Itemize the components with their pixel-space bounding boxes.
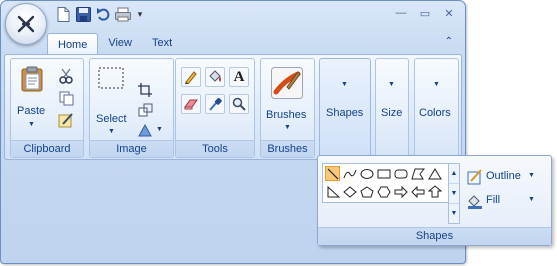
outline-dropdown-arrow: ▼ [528, 172, 535, 179]
paste-label: Paste [17, 105, 46, 117]
fill-dropdown-arrow: ▼ [528, 196, 535, 203]
ribbon-tabs: Home View Text [47, 32, 182, 56]
window-controls: — ▭ ✕ [391, 6, 459, 20]
text-tool-icon[interactable]: A [229, 67, 249, 87]
shapes-label: Shapes [326, 107, 364, 119]
clipboard-group-title: Clipboard [11, 140, 83, 157]
shape-diamond[interactable] [342, 184, 357, 199]
rotate-icon[interactable] [136, 121, 154, 139]
select-all-icon[interactable] [57, 111, 75, 129]
quick-access-toolbar: ▾ [47, 5, 155, 24]
tools-group-title: Tools [176, 140, 254, 157]
maximize-button[interactable]: ▭ [415, 6, 435, 20]
shapes-gallery-scrollbar[interactable]: ▲ ▼ ▼ [448, 163, 460, 224]
brushes-button[interactable]: Brushes ▼ [262, 61, 312, 137]
select-rectangle-icon [98, 67, 124, 89]
customize-toolbar-button[interactable]: ▾ [135, 9, 145, 20]
minimize-button[interactable]: — [391, 6, 411, 20]
fill-bucket-icon[interactable] [205, 67, 225, 87]
shapes-popup-title: Shapes [318, 227, 551, 245]
shapes-collapsed-button[interactable]: ▼ Shapes [319, 58, 371, 158]
select-button[interactable]: Select ▼ [92, 61, 130, 135]
fill-button[interactable]: Fill ▼ [466, 192, 546, 210]
close-button[interactable]: ✕ [439, 6, 459, 20]
shape-pentagon[interactable] [359, 184, 374, 199]
brushes-group-title: Brushes [261, 140, 314, 157]
shape-rounded-rectangle[interactable] [393, 166, 408, 181]
fill-label: Fill [486, 194, 501, 206]
gallery-scroll-up[interactable]: ▲ [449, 164, 459, 184]
size-collapsed-button[interactable]: ▼ Size [375, 58, 409, 158]
rotate-dropdown-arrow[interactable]: ▼ [156, 126, 163, 133]
tools-group: A Tools [175, 58, 255, 158]
outline-button[interactable]: Outline ▼ [466, 168, 546, 186]
shape-line[interactable] [325, 166, 340, 181]
colors-label: Colors [419, 107, 451, 119]
brush-icon [271, 67, 303, 99]
brushes-group: Brushes ▼ Brushes [260, 58, 315, 158]
pencil-icon[interactable] [181, 67, 201, 87]
eraser-icon[interactable] [181, 94, 201, 114]
cut-icon[interactable] [57, 67, 75, 85]
size-dropdown-arrow: ▼ [388, 81, 395, 88]
outline-icon [466, 168, 484, 186]
fill-icon [466, 192, 484, 210]
image-group-title: Image [90, 140, 173, 157]
paste-dropdown-arrow: ▼ [28, 121, 35, 128]
select-dropdown-arrow: ▼ [108, 128, 115, 135]
shape-hexagon[interactable] [376, 184, 391, 199]
save-icon[interactable] [75, 7, 91, 23]
paste-icon [20, 65, 44, 93]
image-group: Select ▼ ▼ Image [89, 58, 174, 158]
shape-polygon[interactable] [410, 166, 425, 181]
shape-right-triangle[interactable] [325, 184, 340, 199]
shapes-dropdown-arrow: ▼ [341, 81, 348, 88]
brushes-dropdown-arrow: ▼ [284, 124, 291, 131]
title-bar: ▾ — ▭ ✕ [1, 1, 465, 31]
shape-left-arrow[interactable] [410, 184, 425, 199]
shape-right-arrow[interactable] [393, 184, 408, 199]
select-label: Select [96, 113, 127, 125]
tab-view[interactable]: View [98, 32, 142, 54]
gallery-scroll-down[interactable]: ▼ [449, 184, 459, 204]
crop-icon[interactable] [136, 81, 154, 99]
tab-text[interactable]: Text [142, 32, 182, 54]
shape-oval[interactable] [359, 166, 374, 181]
print-icon[interactable] [115, 7, 131, 23]
shapes-popup: ▲ ▼ ▼ Outline ▼ Fill ▼ Shapes [317, 155, 552, 246]
magnifier-icon[interactable] [229, 94, 249, 114]
color-picker-icon[interactable] [205, 94, 225, 114]
shape-up-arrow[interactable] [427, 184, 442, 199]
resize-icon[interactable] [136, 101, 154, 119]
brushes-label: Brushes [266, 109, 307, 121]
app-menu-button[interactable] [5, 3, 47, 45]
tab-home[interactable]: Home [47, 33, 99, 56]
ribbon: Paste ▼ Clipboard Select ▼ ▼ Image A Too… [4, 54, 462, 160]
shapes-gallery [322, 163, 450, 203]
clipboard-group: Paste ▼ Clipboard [10, 58, 84, 158]
colors-collapsed-button[interactable]: ▼ Colors [414, 58, 459, 158]
collapse-ribbon-button[interactable]: ⌃ [445, 36, 453, 47]
shape-triangle[interactable] [427, 166, 442, 181]
copy-icon[interactable] [57, 89, 75, 107]
shape-curve[interactable] [342, 166, 357, 181]
gallery-expand[interactable]: ▼ [449, 204, 459, 223]
shape-rectangle[interactable] [376, 166, 391, 181]
paste-button[interactable]: Paste ▼ [13, 61, 49, 135]
new-document-icon[interactable] [55, 7, 71, 23]
colors-dropdown-arrow: ▼ [433, 81, 440, 88]
paint-menu-icon [17, 15, 35, 33]
size-label: Size [381, 107, 403, 119]
undo-icon[interactable] [95, 7, 111, 23]
outline-label: Outline [486, 170, 521, 182]
